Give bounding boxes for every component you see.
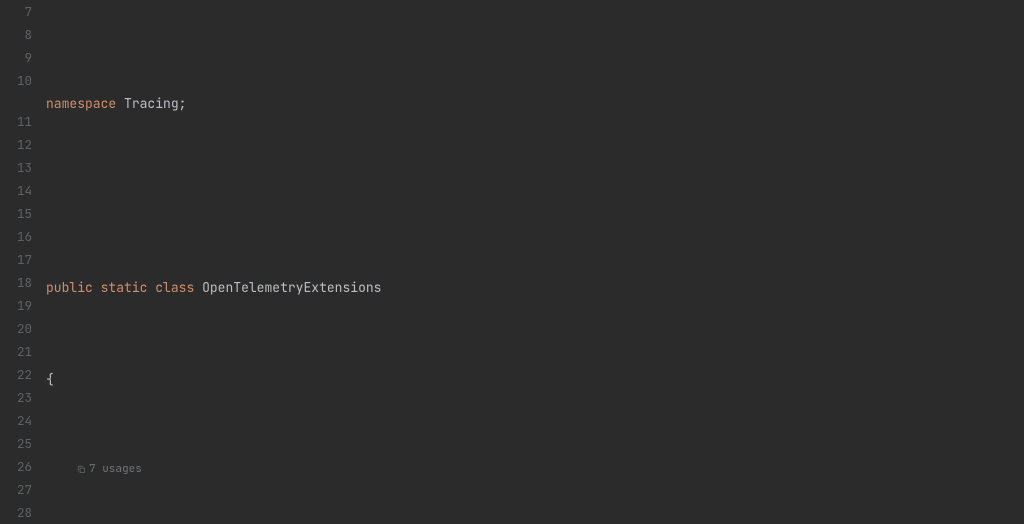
- line-number: 20: [0, 317, 32, 340]
- line-number: 26: [0, 455, 32, 478]
- usages-icon: [76, 464, 86, 474]
- line-number: 16: [0, 225, 32, 248]
- line-number: 13: [0, 156, 32, 179]
- code-line[interactable]: {: [46, 368, 1024, 391]
- line-number: 7: [0, 0, 32, 23]
- line-number: 27: [0, 478, 32, 501]
- line-number: 18: [0, 271, 32, 294]
- namespace-name: Tracing: [124, 92, 179, 115]
- line-number: 22: [0, 363, 32, 386]
- line-number: 12: [0, 133, 32, 156]
- line-number: 17: [0, 248, 32, 271]
- code-editor[interactable]: 7891011121314151617181920212223242526272…: [0, 0, 1024, 510]
- line-number: 9: [0, 46, 32, 69]
- line-number: 11: [0, 110, 32, 133]
- line-number: 23: [0, 386, 32, 409]
- line-number: 8: [0, 23, 32, 46]
- code-area[interactable]: namespace Tracing; public static class O…: [46, 0, 1024, 510]
- line-number: 10: [0, 69, 32, 92]
- line-number: 28: [0, 501, 32, 524]
- line-number-gutter: 7891011121314151617181920212223242526272…: [0, 0, 46, 510]
- line-number: 25: [0, 432, 32, 455]
- line-number: 24: [0, 409, 32, 432]
- code-line[interactable]: namespace Tracing;: [46, 92, 1024, 115]
- class-name: OpenTelemetryExtensions: [202, 276, 381, 299]
- usages-hint[interactable]: 7 usages: [46, 460, 1024, 478]
- keyword: namespace: [46, 92, 116, 115]
- line-number: 19: [0, 294, 32, 317]
- code-line[interactable]: public static class OpenTelemetryExtensi…: [46, 276, 1024, 299]
- code-line[interactable]: [46, 184, 1024, 207]
- line-number: 14: [0, 179, 32, 202]
- line-number: 15: [0, 202, 32, 225]
- line-number: 21: [0, 340, 32, 363]
